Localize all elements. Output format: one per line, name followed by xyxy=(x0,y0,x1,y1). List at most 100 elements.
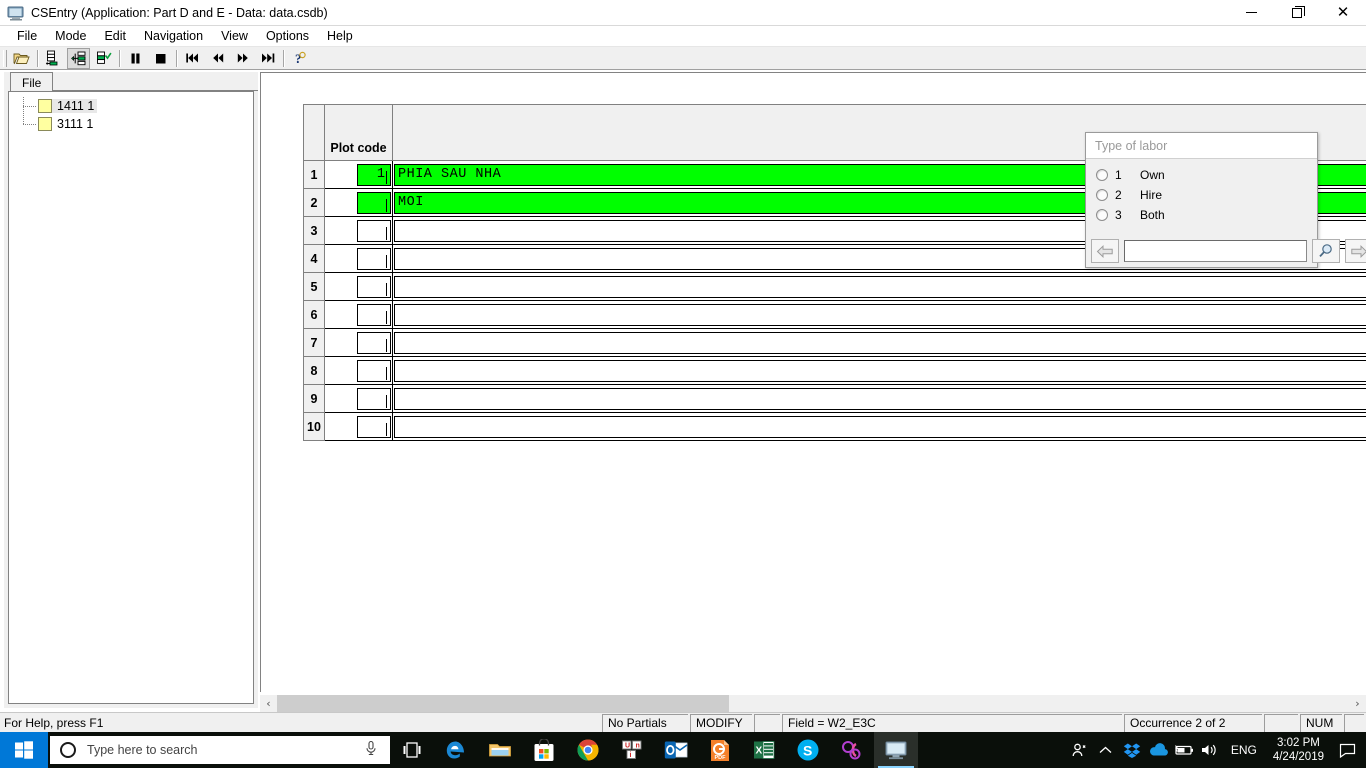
table-row[interactable]: 9 xyxy=(303,385,1366,413)
tree-body[interactable]: 1411 1 3111 1 xyxy=(8,91,254,704)
scroll-right-button[interactable]: › xyxy=(1349,695,1366,712)
scrollbar-track[interactable] xyxy=(277,695,1349,712)
cell-description[interactable] xyxy=(393,301,1366,329)
menu-item-file[interactable]: File xyxy=(8,27,46,45)
next-icon[interactable] xyxy=(231,48,254,69)
csentry-icon[interactable] xyxy=(874,732,918,768)
maximize-button[interactable] xyxy=(1274,0,1320,26)
arrow-left-icon[interactable] xyxy=(1091,239,1119,263)
cell-plot-code[interactable] xyxy=(325,245,393,273)
task-view-icon[interactable] xyxy=(390,732,434,768)
file-explorer-icon[interactable] xyxy=(478,732,522,768)
arrow-right-icon[interactable] xyxy=(1345,239,1366,263)
value-set-option-hire[interactable]: 2 Hire xyxy=(1096,185,1317,205)
battery-icon[interactable] xyxy=(1171,732,1197,768)
plot-code-input[interactable] xyxy=(357,387,391,410)
stop-icon[interactable] xyxy=(149,48,172,69)
cell-plot-code[interactable] xyxy=(325,329,393,357)
scrollbar-thumb[interactable] xyxy=(277,695,729,712)
description-input[interactable] xyxy=(394,331,1366,354)
menu-item-view[interactable]: View xyxy=(212,27,257,45)
notification-icon[interactable] xyxy=(1332,732,1362,768)
dropbox-icon[interactable] xyxy=(1119,732,1145,768)
value-set-option-both[interactable]: 3 Both xyxy=(1096,205,1317,225)
excel-icon[interactable]: X xyxy=(742,732,786,768)
add-record-icon[interactable] xyxy=(42,48,65,69)
microsoft-store-icon[interactable] xyxy=(522,732,566,768)
value-set-search-input[interactable] xyxy=(1124,240,1307,262)
cell-description[interactable] xyxy=(393,357,1366,385)
plot-code-input[interactable]: 1 xyxy=(357,163,391,186)
cell-description[interactable] xyxy=(393,385,1366,413)
pause-icon[interactable] xyxy=(124,48,147,69)
cell-plot-code[interactable] xyxy=(325,301,393,329)
first-icon[interactable] xyxy=(181,48,204,69)
scroll-left-button[interactable]: ‹ xyxy=(260,695,277,712)
table-row[interactable]: 8 xyxy=(303,357,1366,385)
cell-description[interactable] xyxy=(393,273,1366,301)
magnifier-icon[interactable] xyxy=(1312,239,1340,263)
table-row[interactable]: 7 xyxy=(303,329,1366,357)
close-button[interactable]: ✕ xyxy=(1320,0,1366,26)
cell-plot-code[interactable] xyxy=(325,357,393,385)
horizontal-scrollbar[interactable]: ‹ › xyxy=(260,695,1366,712)
edge-icon[interactable] xyxy=(434,732,478,768)
onedrive-icon[interactable] xyxy=(1145,732,1171,768)
description-input[interactable] xyxy=(394,387,1366,410)
windows-start-icon[interactable] xyxy=(0,732,48,768)
people-icon[interactable] xyxy=(1067,732,1093,768)
tree-item-1411[interactable]: 1411 1 xyxy=(9,97,253,115)
last-icon[interactable] xyxy=(256,48,279,69)
pdf-icon[interactable]: PDF xyxy=(698,732,742,768)
chevron-up-icon[interactable] xyxy=(1093,732,1119,768)
cell-plot-code[interactable] xyxy=(325,385,393,413)
chrome-icon[interactable] xyxy=(566,732,610,768)
menu-item-navigation[interactable]: Navigation xyxy=(135,27,212,45)
volume-icon[interactable] xyxy=(1197,732,1223,768)
table-row[interactable]: 10 xyxy=(303,413,1366,441)
cell-plot-code[interactable] xyxy=(325,273,393,301)
skype-icon[interactable]: S xyxy=(786,732,830,768)
description-input[interactable] xyxy=(394,303,1366,326)
description-input[interactable] xyxy=(394,359,1366,382)
radio-icon[interactable] xyxy=(1096,189,1108,201)
cell-plot-code[interactable] xyxy=(325,189,393,217)
plot-code-input[interactable] xyxy=(357,415,391,438)
menu-item-help[interactable]: Help xyxy=(318,27,362,45)
description-input[interactable] xyxy=(394,275,1366,298)
verify-record-icon[interactable] xyxy=(92,48,115,69)
insert-record-icon[interactable] xyxy=(67,47,90,69)
unikey-icon[interactable]: U n i xyxy=(610,732,654,768)
plot-code-input[interactable] xyxy=(357,275,391,298)
cell-description[interactable] xyxy=(393,413,1366,441)
help-icon[interactable]: ? xyxy=(288,48,311,69)
tab-file[interactable]: File xyxy=(10,72,54,91)
search-input[interactable]: Type here to search xyxy=(50,736,390,764)
menu-item-options[interactable]: Options xyxy=(257,27,318,45)
description-input[interactable] xyxy=(394,415,1366,438)
plot-code-input[interactable] xyxy=(357,247,391,270)
table-row[interactable]: 6 xyxy=(303,301,1366,329)
plot-code-input[interactable] xyxy=(357,331,391,354)
menu-item-edit[interactable]: Edit xyxy=(95,27,135,45)
table-row[interactable]: 5 xyxy=(303,273,1366,301)
language-indicator[interactable]: ENG xyxy=(1223,743,1265,757)
radio-icon[interactable] xyxy=(1096,169,1108,181)
radio-icon[interactable] xyxy=(1096,209,1108,221)
microphone-icon[interactable] xyxy=(364,740,378,761)
cell-plot-code[interactable] xyxy=(325,217,393,245)
sketch-icon[interactable] xyxy=(830,732,874,768)
cell-description[interactable] xyxy=(393,329,1366,357)
value-set-option-own[interactable]: 1 Own xyxy=(1096,165,1317,185)
clock[interactable]: 3:02 PM 4/24/2019 xyxy=(1265,736,1332,764)
cell-plot-code[interactable]: 1 xyxy=(325,161,393,189)
open-icon[interactable] xyxy=(10,48,33,69)
plot-code-input[interactable] xyxy=(357,303,391,326)
cell-plot-code[interactable] xyxy=(325,413,393,441)
menu-item-mode[interactable]: Mode xyxy=(46,27,95,45)
minimize-button[interactable] xyxy=(1228,0,1274,26)
plot-code-input[interactable] xyxy=(357,359,391,382)
plot-code-input[interactable] xyxy=(357,191,391,214)
plot-code-input[interactable] xyxy=(357,219,391,242)
previous-icon[interactable] xyxy=(206,48,229,69)
